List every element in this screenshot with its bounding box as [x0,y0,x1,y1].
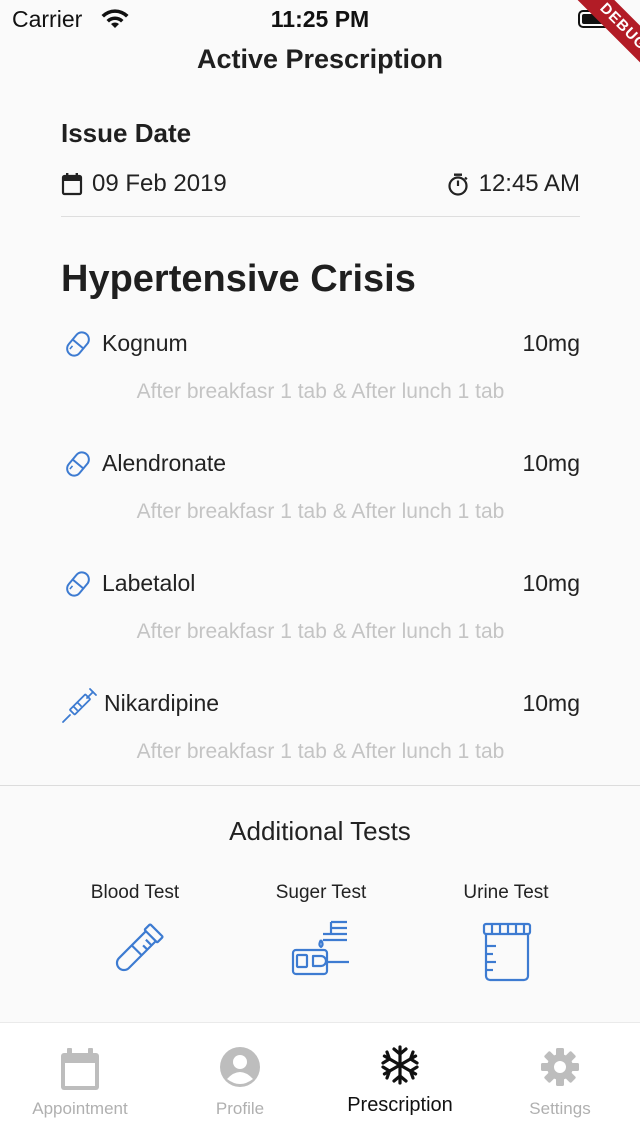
pill-icon [66,331,90,357]
additional-tests-title: Additional Tests [229,816,411,846]
test-label: Suger Test [275,882,367,903]
nav-item-settings[interactable]: Settings [480,1023,640,1137]
issue-time-value: 12:45 AM [478,170,580,197]
diagnosis-title: Hypertensive Crisis [61,258,416,300]
glucose-meter-icon [291,920,349,976]
calendar-icon [61,1048,99,1090]
medication-instructions: After breakfasr 1 tab & After lunch 1 ta… [136,620,505,643]
urine-container-icon [482,922,532,982]
medication-item[interactable]: Labetalol 10mg After breakfasr 1 tab & A… [61,566,580,676]
sugar-test-item[interactable]: Suger Test [231,880,411,990]
nav-item-prescription[interactable]: Prescription [320,1023,480,1137]
medication-dose: 10mg [522,570,580,596]
issue-date-label: Issue Date [61,118,192,148]
divider [0,785,640,786]
medication-instructions: After breakfasr 1 tab & After lunch 1 ta… [136,500,505,523]
nav-label: Prescription [347,1094,453,1116]
divider [61,216,580,217]
medication-dose: 10mg [522,330,580,356]
nav-label: Settings [529,1099,591,1118]
medication-dose: 10mg [522,450,580,476]
nav-item-appointment[interactable]: Appointment [0,1023,160,1137]
syringe-icon [62,688,97,723]
medication-item[interactable]: Kognum 10mg After breakfasr 1 tab & Afte… [61,326,580,436]
urine-test-item[interactable]: Urine Test [416,880,596,990]
medication-name: Nikardipine [104,690,220,716]
test-tube-icon [115,923,164,972]
bottom-navigation: Appointment Profile Prescription Setting… [0,1022,640,1137]
medication-instructions: After breakfasr 1 tab & After lunch 1 ta… [136,380,505,403]
nav-label: Profile [215,1099,265,1118]
nav-label: Appointment [32,1099,128,1118]
timer-icon [448,173,468,196]
gear-icon [541,1048,579,1086]
medication-name: Alendronate [102,450,227,476]
medication-name: Kognum [102,330,188,356]
medication-item[interactable]: Nikardipine 10mg After breakfasr 1 tab &… [61,686,580,796]
medication-item[interactable]: Alendronate 10mg After breakfasr 1 tab &… [61,446,580,556]
pill-icon [66,451,90,477]
test-label: Urine Test [463,882,549,903]
issue-date-value: 09 Feb 2019 [92,170,227,197]
nav-item-profile[interactable]: Profile [160,1023,320,1137]
medication-instructions: After breakfasr 1 tab & After lunch 1 ta… [136,740,505,763]
status-time: 11:25 PM [270,6,370,32]
snowflake-icon [381,1045,419,1085]
medication-name: Labetalol [102,570,196,596]
person-icon [220,1047,260,1087]
pill-icon [66,571,90,597]
page-title: Active Prescription [196,44,444,74]
blood-test-item[interactable]: Blood Test [45,880,225,990]
medication-dose: 10mg [522,690,580,716]
calendar-icon [61,173,83,196]
issue-date-row: 09 Feb 2019 12:45 AM [61,168,580,200]
test-label: Blood Test [90,882,180,903]
